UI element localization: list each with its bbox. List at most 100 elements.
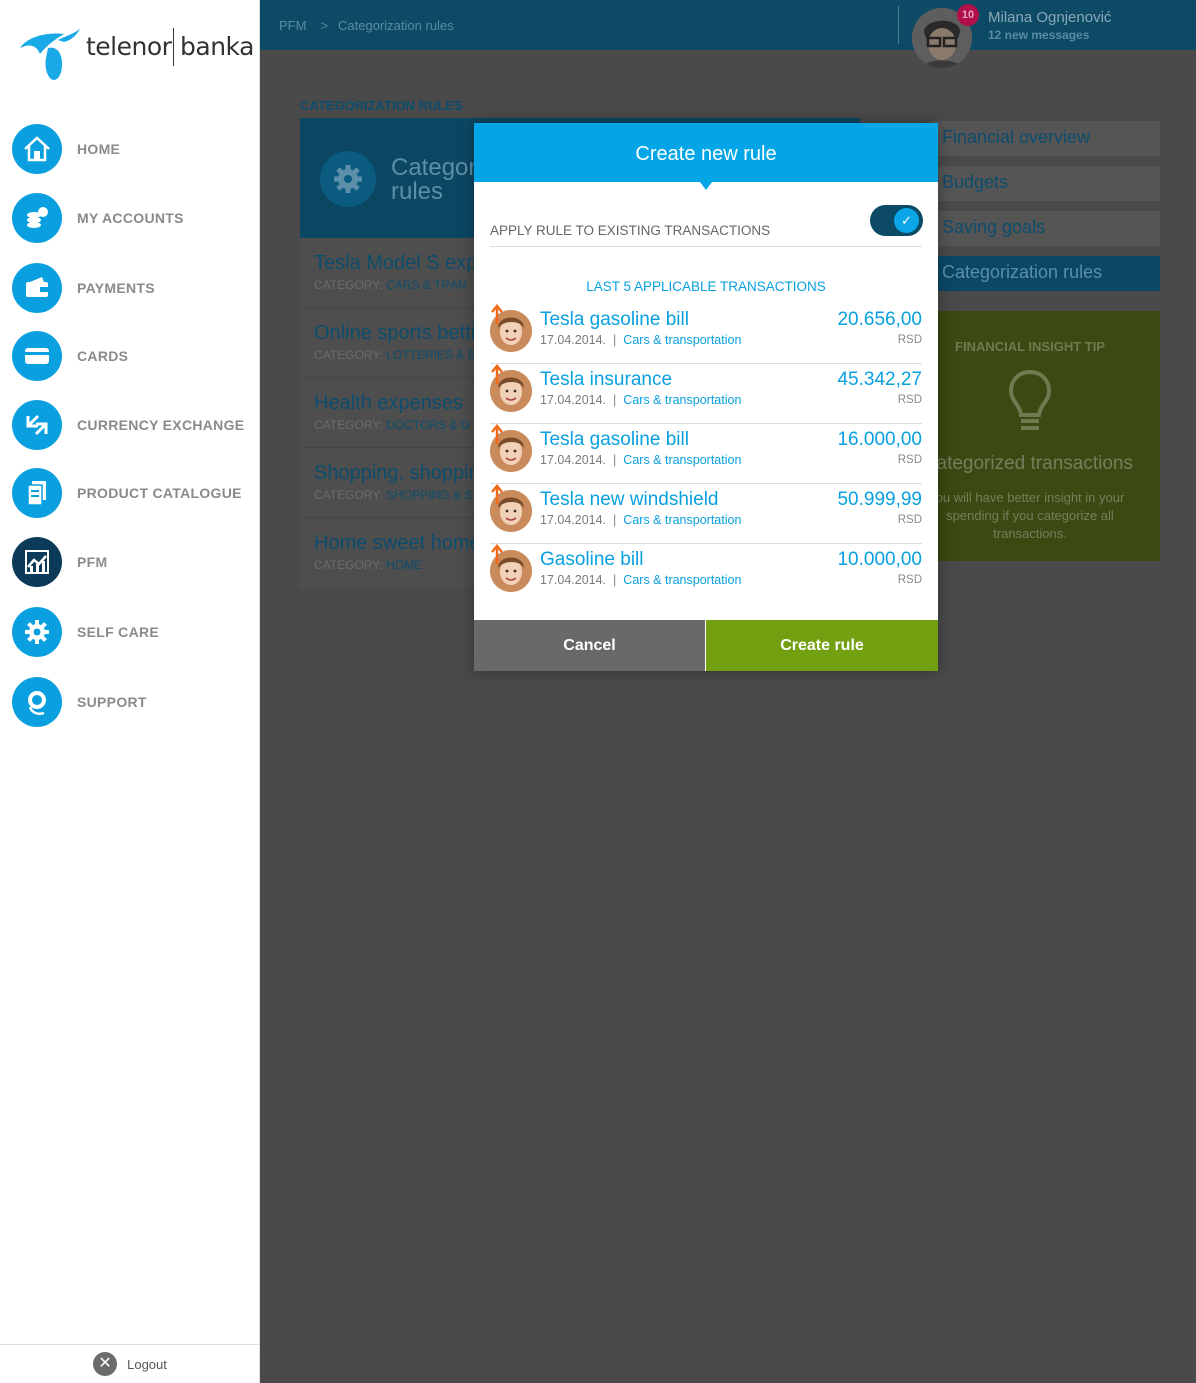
- rule-category: CATEGORY: LOTTERIES & B: [314, 348, 476, 362]
- sidebar-item-label: CURRENCY EXCHANGE: [77, 417, 245, 433]
- cancel-button[interactable]: Cancel: [474, 620, 705, 671]
- transaction-category[interactable]: Cars & transportation: [623, 333, 741, 347]
- header-caret: [700, 182, 712, 190]
- menu-financial-overview[interactable]: Financial overview: [930, 121, 1160, 156]
- rule-name: Tesla Model S expe: [314, 252, 489, 274]
- user-name[interactable]: Milana Ognjenović: [988, 9, 1111, 26]
- rule-name: Shopping, shoppin: [314, 462, 480, 484]
- transaction-row[interactable]: Tesla gasoline bill 17.04.2014. | Cars & tr…: [490, 424, 922, 484]
- wallet-icon: [12, 263, 62, 313]
- breadcrumb-current: Categorization rules: [338, 18, 454, 33]
- sidebar-item-self-care[interactable]: SELF CARE: [12, 607, 252, 657]
- transaction-amount: 45.342,27: [837, 369, 922, 390]
- tip-title: FINANCIAL INSIGHT TIP: [955, 339, 1105, 354]
- rules-card-title-2: rules: [391, 178, 444, 205]
- rule-category: CATEGORY: SHOPPING & S: [314, 488, 473, 502]
- catalogue-icon: [12, 468, 62, 518]
- separator: |: [613, 393, 617, 407]
- sidebar: telenor banka HOME MY ACCOUNTS PAYMENTS …: [0, 0, 260, 1383]
- divider: [898, 6, 899, 44]
- transaction-currency: RSD: [897, 394, 922, 406]
- sidebar-item-label: PFM: [77, 554, 108, 570]
- menu-categorization-rules[interactable]: Categorization rules: [930, 256, 1160, 291]
- new-messages-link[interactable]: 12 new messages: [988, 28, 1089, 42]
- sidebar-item-pfm[interactable]: PFM: [12, 537, 252, 587]
- create-rule-modal: Create new rule APPLY RULE TO EXISTING T…: [474, 123, 938, 671]
- separator: |: [613, 453, 617, 467]
- transaction-category[interactable]: Cars & transportation: [623, 573, 741, 587]
- financial-insight-tip: FINANCIAL INSIGHT TIP categorized transa…: [900, 311, 1160, 561]
- tip-heading: categorized transactions: [927, 453, 1133, 474]
- apply-existing-label: APPLY RULE TO EXISTING TRANSACTIONS: [490, 223, 771, 238]
- transaction-row[interactable]: Tesla gasoline bill 17.04.2014. | Cars & tr…: [490, 304, 922, 364]
- page-title: CATEGORIZATION RULES: [300, 98, 463, 113]
- breadcrumb-pfm[interactable]: PFM: [279, 18, 306, 33]
- menu-saving-goals[interactable]: Saving goals: [930, 211, 1160, 246]
- transaction-meta: 17.04.2014. | Cars & transportation: [540, 573, 741, 587]
- transaction-date: 17.04.2014.: [540, 453, 607, 467]
- sidebar-item-currency-exchange[interactable]: CURRENCY EXCHANGE: [12, 400, 252, 450]
- transaction-name: Tesla new windshield: [540, 489, 719, 510]
- transaction-amount: 16.000,00: [837, 429, 922, 450]
- logout-button[interactable]: ✕ Logout: [0, 1344, 260, 1383]
- transaction-currency: RSD: [897, 334, 922, 346]
- sidebar-item-cards[interactable]: CARDS: [12, 331, 252, 381]
- coins-icon: [12, 193, 62, 243]
- separator: |: [613, 573, 617, 587]
- create-rule-button[interactable]: Create rule: [706, 620, 938, 671]
- menu-budgets[interactable]: Budgets: [930, 166, 1160, 201]
- logout-label: Logout: [127, 1356, 167, 1372]
- modal-header: Create new rule: [474, 123, 938, 182]
- rule-category: CATEGORY: HOME: [314, 558, 423, 572]
- rule-name: Online sports betti: [314, 322, 476, 344]
- transaction-meta: 17.04.2014. | Cars & transportation: [540, 333, 741, 347]
- transaction-date: 17.04.2014.: [540, 393, 607, 407]
- modal-title: Create new rule: [635, 143, 777, 165]
- sidebar-item-label: SELF CARE: [77, 624, 160, 640]
- transaction-category[interactable]: Cars & transportation: [623, 513, 741, 527]
- sidebar-item-label: HOME: [77, 141, 121, 157]
- top-bar: PFM > Categorization rules 10 Milana Ognje…: [260, 0, 1196, 68]
- outgoing-arrow-icon: [490, 364, 504, 391]
- rule-category: CATEGORY: DOCTORS & D: [314, 418, 470, 432]
- rule-category: CATEGORY: CARS & TRAN: [314, 278, 467, 292]
- chart-icon: [12, 537, 62, 587]
- card-icon: [12, 331, 62, 381]
- sidebar-item-payments[interactable]: PAYMENTS: [12, 263, 252, 313]
- transaction-row[interactable]: Gasoline bill 17.04.2014. | Cars & transpor…: [490, 544, 922, 604]
- sidebar-item-my-accounts[interactable]: MY ACCOUNTS: [12, 193, 252, 243]
- breadcrumb: PFM > Categorization rules: [279, 18, 454, 33]
- rule-name: Home sweet home: [314, 532, 481, 554]
- notification-badge: 10: [957, 4, 979, 26]
- sidebar-item-home[interactable]: HOME: [12, 124, 252, 174]
- last-transactions-heading: LAST 5 APPLICABLE TRANSACTIONS: [586, 279, 826, 294]
- transaction-amount: 10.000,00: [837, 549, 922, 570]
- sidebar-item-label: SUPPORT: [77, 694, 147, 710]
- transaction-name: Tesla gasoline bill: [540, 429, 689, 450]
- outgoing-arrow-icon: [490, 304, 504, 331]
- sidebar-item-support[interactable]: SUPPORT: [12, 677, 252, 727]
- gear-icon: [320, 151, 376, 207]
- transaction-currency: RSD: [897, 514, 922, 526]
- transaction-category[interactable]: Cars & transportation: [623, 453, 741, 467]
- transaction-date: 17.04.2014.: [540, 513, 607, 527]
- home-icon: [12, 124, 62, 174]
- separator: |: [613, 333, 617, 347]
- divider: [490, 246, 922, 247]
- transaction-row[interactable]: Tesla new windshield 17.04.2014. | Cars & t…: [490, 484, 922, 544]
- transaction-category[interactable]: Cars & transportation: [623, 393, 741, 407]
- brand-separator: [173, 28, 174, 66]
- outgoing-arrow-icon: [490, 424, 504, 451]
- chevron-right-icon: >: [320, 18, 329, 33]
- telenor-banka-logo[interactable]: telenor banka: [18, 18, 254, 82]
- transaction-row[interactable]: Tesla insurance 17.04.2014. | Cars & transp…: [490, 364, 922, 424]
- transaction-date: 17.04.2014.: [540, 573, 607, 587]
- sidebar-item-label: MY ACCOUNTS: [77, 210, 184, 226]
- sidebar-item-label: CARDS: [77, 348, 129, 364]
- transaction-name: Tesla gasoline bill: [540, 309, 689, 330]
- rule-name: Health expenses: [314, 392, 463, 414]
- transaction-meta: 17.04.2014. | Cars & transportation: [540, 513, 741, 527]
- sidebar-item-product-catalogue[interactable]: PRODUCT CATALOGUE: [12, 468, 252, 518]
- apply-existing-toggle[interactable]: ✓: [870, 205, 923, 236]
- transaction-amount: 20.656,00: [837, 309, 922, 330]
